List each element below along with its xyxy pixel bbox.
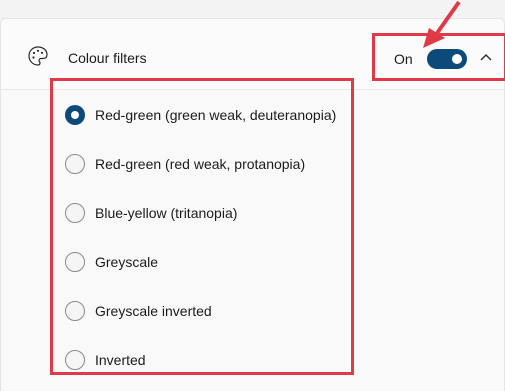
radio-option-greyscale-inverted[interactable]: Greyscale inverted [65,300,345,324]
settings-page: Colour filters On Red-green (green weak,… [0,0,505,391]
chevron-up-icon[interactable] [479,52,493,62]
colour-filters-toggle[interactable] [427,49,467,69]
option-label: Blue-yellow (tritanopia) [95,205,238,221]
radio-option-greyscale[interactable]: Greyscale [65,251,345,275]
radio-button[interactable] [65,154,85,174]
palette-icon [28,46,48,66]
radio-button[interactable] [65,350,85,370]
radio-button[interactable] [65,301,85,321]
radio-button[interactable] [65,252,85,272]
radio-option-inverted[interactable]: Inverted [65,349,345,373]
option-label: Inverted [95,352,146,368]
radio-button[interactable] [65,105,85,125]
toggle-knob [452,54,462,64]
annotation-arrow-icon [423,0,461,48]
option-label: Greyscale inverted [95,303,212,319]
radio-button[interactable] [65,203,85,223]
option-label: Greyscale [95,254,159,270]
radio-option-protanopia[interactable]: Red-green (red weak, protanopia) [65,153,345,177]
option-label: Red-green (green weak, deuteranopia) [95,107,337,123]
radio-option-deuteranopia[interactable]: Red-green (green weak, deuteranopia) [65,104,345,128]
option-label: Red-green (red weak, protanopia) [95,156,306,172]
colour-filters-label: Colour filters [68,50,147,66]
radio-option-tritanopia[interactable]: Blue-yellow (tritanopia) [65,202,345,226]
toggle-state-label: On [394,51,413,67]
